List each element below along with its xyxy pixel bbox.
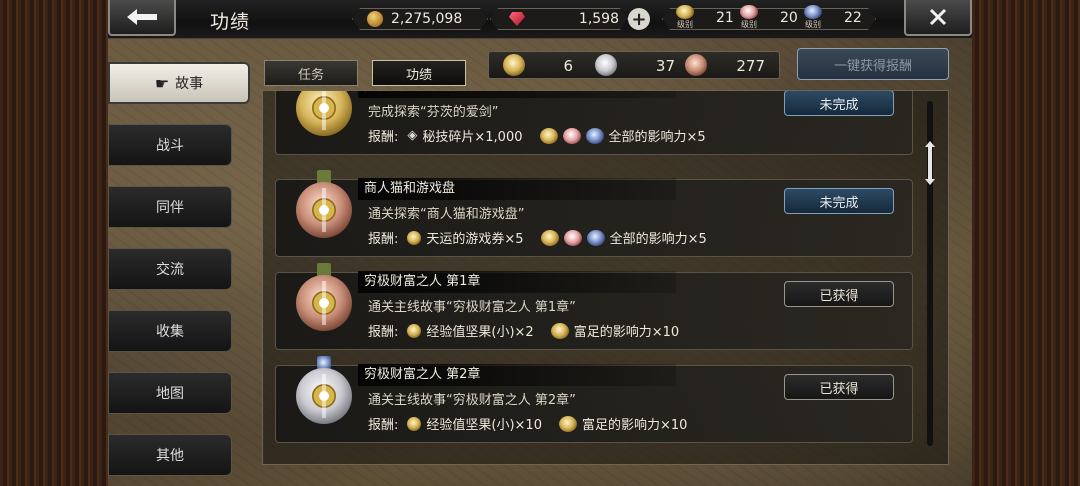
gem-value: 1,598: [578, 11, 619, 27]
rank-gold: 级别: [676, 5, 694, 30]
list-item: 芬茨的爱剑 完成探索“芬茨的爱剑” 报酬: ◈ 秘技碎片×1,000 全部的影响…: [275, 91, 913, 158]
add-gems-button[interactable]: +: [628, 8, 650, 30]
coin-value: 2,275,098: [391, 11, 463, 27]
sidebar-item-map[interactable]: 地图: [108, 372, 232, 414]
sidebar-item-story[interactable]: ☛ 故事: [108, 62, 250, 104]
close-button[interactable]: [904, 0, 972, 36]
gold-faction-icon: [550, 322, 569, 339]
medal-icon: [294, 170, 354, 260]
rank-pink-value: 20: [780, 10, 798, 26]
achievement-list[interactable]: 芬茨的爱剑 完成探索“芬茨的爱剑” 报酬: ◈ 秘技碎片×1,000 全部的影响…: [262, 90, 949, 465]
pink-faction-icon: [562, 127, 581, 144]
back-button[interactable]: [108, 0, 176, 36]
gold-medal-icon: [676, 5, 694, 19]
gold-faction-icon: [539, 127, 558, 144]
status-button[interactable]: 已获得: [784, 281, 894, 307]
pink-medal-icon: [740, 5, 758, 19]
tab-missions[interactable]: 任务: [264, 60, 358, 86]
list-item: 穷极财富之人 第2章 通关主线故事“穷极财富之人 第2章” 报酬: 经验值坚果(…: [275, 356, 913, 443]
nut-icon: [407, 416, 422, 431]
sidebar-item-collection[interactable]: 收集: [108, 310, 232, 352]
medal-icon: [294, 263, 354, 353]
rank-blue-value: 22: [844, 10, 862, 26]
diamond-icon: ◈: [407, 128, 418, 143]
blue-medal-icon: [804, 5, 822, 19]
scroll-thumb[interactable]: [924, 141, 936, 185]
status-button[interactable]: 未完成: [784, 91, 894, 116]
rank-blue: 级别: [804, 5, 822, 30]
close-icon: [929, 8, 947, 26]
sidebar-item-social[interactable]: 交流: [108, 248, 232, 290]
rank-pink: 级别: [740, 5, 758, 30]
page-title: 功绩: [210, 11, 251, 33]
tab-achievements[interactable]: 功绩: [372, 60, 466, 86]
gold-faction-icon: [540, 229, 559, 246]
status-button[interactable]: 未完成: [784, 188, 894, 214]
blue-faction-icon: [586, 229, 605, 246]
gold-medal-icon: [503, 54, 525, 76]
blue-faction-icon: [585, 127, 604, 144]
pink-faction-icon: [563, 229, 582, 246]
medal-icon: [294, 356, 354, 446]
right-border: [972, 0, 1080, 486]
coin-icon: [367, 11, 383, 27]
nut-icon: [407, 323, 422, 338]
claim-all-button[interactable]: 一键获得报酬: [797, 48, 949, 80]
rank-gold-value: 21: [716, 10, 734, 26]
list-item: 穷极财富之人 第1章 通关主线故事“穷极财富之人 第1章” 报酬: 经验值坚果(…: [275, 263, 913, 350]
sidebar-item-companion[interactable]: 同伴: [108, 186, 232, 228]
sidebar-item-other[interactable]: 其他: [108, 434, 232, 476]
status-button[interactable]: 已获得: [784, 374, 894, 400]
coin-counter: 2,275,098: [352, 8, 488, 30]
medal-icon: [294, 91, 354, 158]
scrollbar[interactable]: [924, 101, 936, 446]
medal-summary: 6 37 277: [488, 51, 780, 79]
bronze-medal-icon: [685, 54, 707, 76]
pointing-hand-icon: ☛: [154, 73, 170, 93]
gem-icon: [509, 12, 525, 26]
gold-faction-icon: [558, 415, 577, 432]
silver-medal-icon: [595, 54, 617, 76]
arrow-left-icon: [127, 9, 157, 25]
left-border: [0, 0, 108, 486]
list-item: 商人猫和游戏盘 通关探索“商人猫和游戏盘” 报酬: 天运的游戏券×5 全部的影响…: [275, 170, 913, 257]
game-ticket-icon: [407, 230, 422, 245]
sidebar-item-battle[interactable]: 战斗: [108, 124, 232, 166]
gem-counter: 1,598: [490, 8, 628, 30]
